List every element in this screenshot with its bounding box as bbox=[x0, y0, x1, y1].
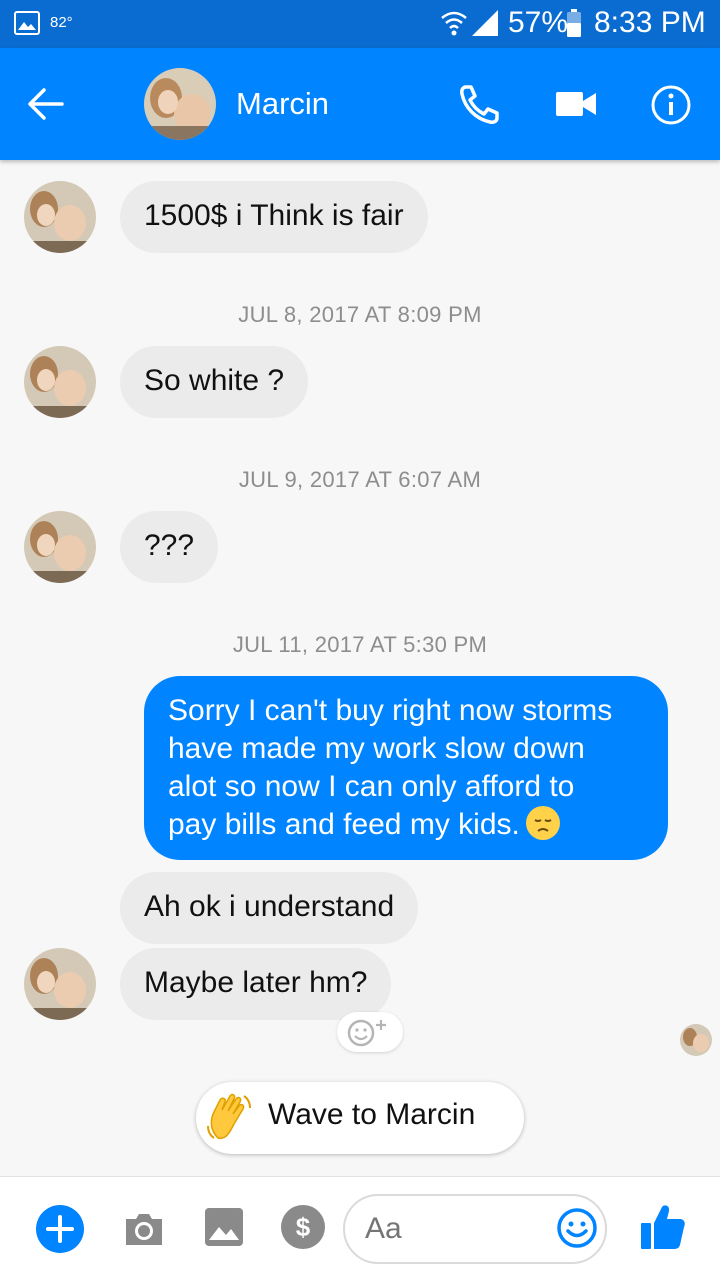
incoming-message[interactable]: 1500$ i Think is fair bbox=[120, 181, 428, 253]
disappointed-face-icon bbox=[525, 806, 560, 840]
send-money-button[interactable]: $ bbox=[281, 1205, 325, 1249]
battery-percent: 57% bbox=[508, 6, 569, 39]
gallery-icon[interactable] bbox=[204, 1207, 244, 1247]
conversation-header: Marcin bbox=[0, 48, 720, 160]
wifi-icon bbox=[441, 11, 467, 36]
timestamp: JUL 11, 2017 AT 5:30 PM bbox=[232, 632, 488, 657]
temperature: 82° bbox=[50, 14, 73, 31]
status-bar: 82° 57% 8:33 PM bbox=[0, 0, 720, 48]
wave-label: Wave to Marcin bbox=[268, 1098, 476, 1131]
more-actions-button[interactable] bbox=[36, 1205, 84, 1253]
battery-icon bbox=[567, 9, 581, 37]
plus-icon bbox=[46, 1215, 74, 1243]
sender-avatar[interactable] bbox=[24, 511, 96, 583]
message-line: have made my work slow down bbox=[168, 732, 585, 765]
composer-bar: $ bbox=[0, 1176, 720, 1281]
message-line: alot so now I can only afford to bbox=[168, 770, 575, 803]
waving-hand-icon bbox=[204, 1092, 256, 1156]
add-reaction-button[interactable] bbox=[337, 1012, 403, 1052]
incoming-message[interactable]: Maybe later hm? bbox=[120, 948, 392, 1020]
clock: 8:33 PM bbox=[594, 6, 706, 39]
contact-avatar[interactable] bbox=[144, 68, 216, 140]
incoming-message[interactable]: So white ? bbox=[120, 346, 309, 418]
back-arrow-icon[interactable] bbox=[26, 86, 66, 122]
sender-avatar[interactable] bbox=[24, 346, 96, 418]
wave-button[interactable]: Wave to Marcin bbox=[196, 1082, 524, 1154]
message-line: pay bills and feed my kids. bbox=[168, 808, 520, 841]
image-notification-icon bbox=[14, 11, 40, 35]
contact-name[interactable]: Marcin bbox=[236, 86, 329, 122]
seen-indicator-avatar bbox=[680, 1024, 712, 1056]
sender-avatar[interactable] bbox=[24, 181, 96, 253]
message-line: Sorry I can't buy right now storms bbox=[168, 694, 613, 727]
outgoing-message[interactable]: Sorry I can't buy right now storms have … bbox=[144, 676, 668, 860]
cell-signal-icon bbox=[472, 10, 498, 36]
incoming-message[interactable]: Ah ok i understand bbox=[120, 872, 419, 944]
thumbs-up-icon[interactable] bbox=[640, 1203, 686, 1251]
video-camera-icon[interactable] bbox=[556, 88, 596, 120]
incoming-message[interactable]: ??? bbox=[120, 511, 219, 583]
add-reaction-icon bbox=[347, 1019, 386, 1047]
message-input-container[interactable] bbox=[343, 1194, 607, 1264]
phone-icon[interactable] bbox=[458, 84, 500, 126]
timestamp: JUL 9, 2017 AT 6:07 AM bbox=[238, 467, 482, 492]
timestamp: JUL 8, 2017 AT 8:09 PM bbox=[238, 302, 482, 327]
message-input[interactable] bbox=[365, 1212, 535, 1246]
emoji-icon[interactable] bbox=[555, 1206, 599, 1250]
message-thread[interactable]: 1500$ i Think is fair JUL 8, 2017 AT 8:0… bbox=[0, 160, 720, 1175]
info-icon[interactable] bbox=[651, 85, 691, 125]
sender-avatar[interactable] bbox=[24, 948, 96, 1020]
camera-icon[interactable] bbox=[122, 1209, 166, 1249]
